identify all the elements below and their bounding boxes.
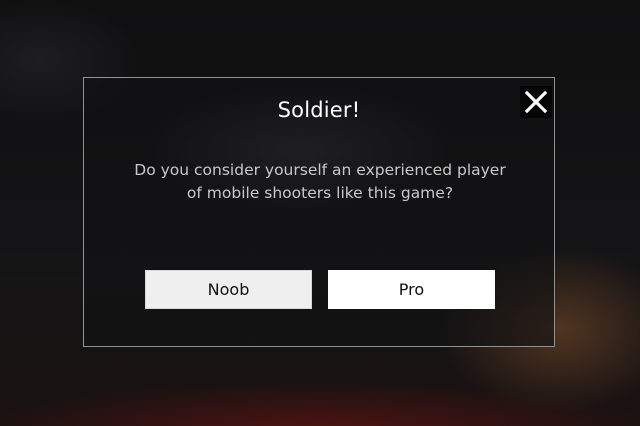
- pro-button-label: Pro: [398, 280, 425, 299]
- experience-dialog: Soldier! Do you consider yourself an exp…: [83, 77, 555, 347]
- game-screen: Soldier! Do you consider yourself an exp…: [0, 0, 640, 426]
- noob-button-label: Noob: [207, 280, 250, 299]
- close-icon: [524, 90, 548, 114]
- message-line-1: Do you consider yourself an experienced …: [134, 161, 506, 179]
- message-line-2: of mobile shooters like this game?: [186, 184, 454, 202]
- dialog-message: Do you consider yourself an experienced …: [104, 159, 536, 205]
- dialog-title: Soldier!: [277, 98, 361, 122]
- close-button[interactable]: [520, 86, 552, 118]
- noob-button[interactable]: Noob: [145, 270, 312, 309]
- pro-button[interactable]: Pro: [328, 270, 495, 309]
